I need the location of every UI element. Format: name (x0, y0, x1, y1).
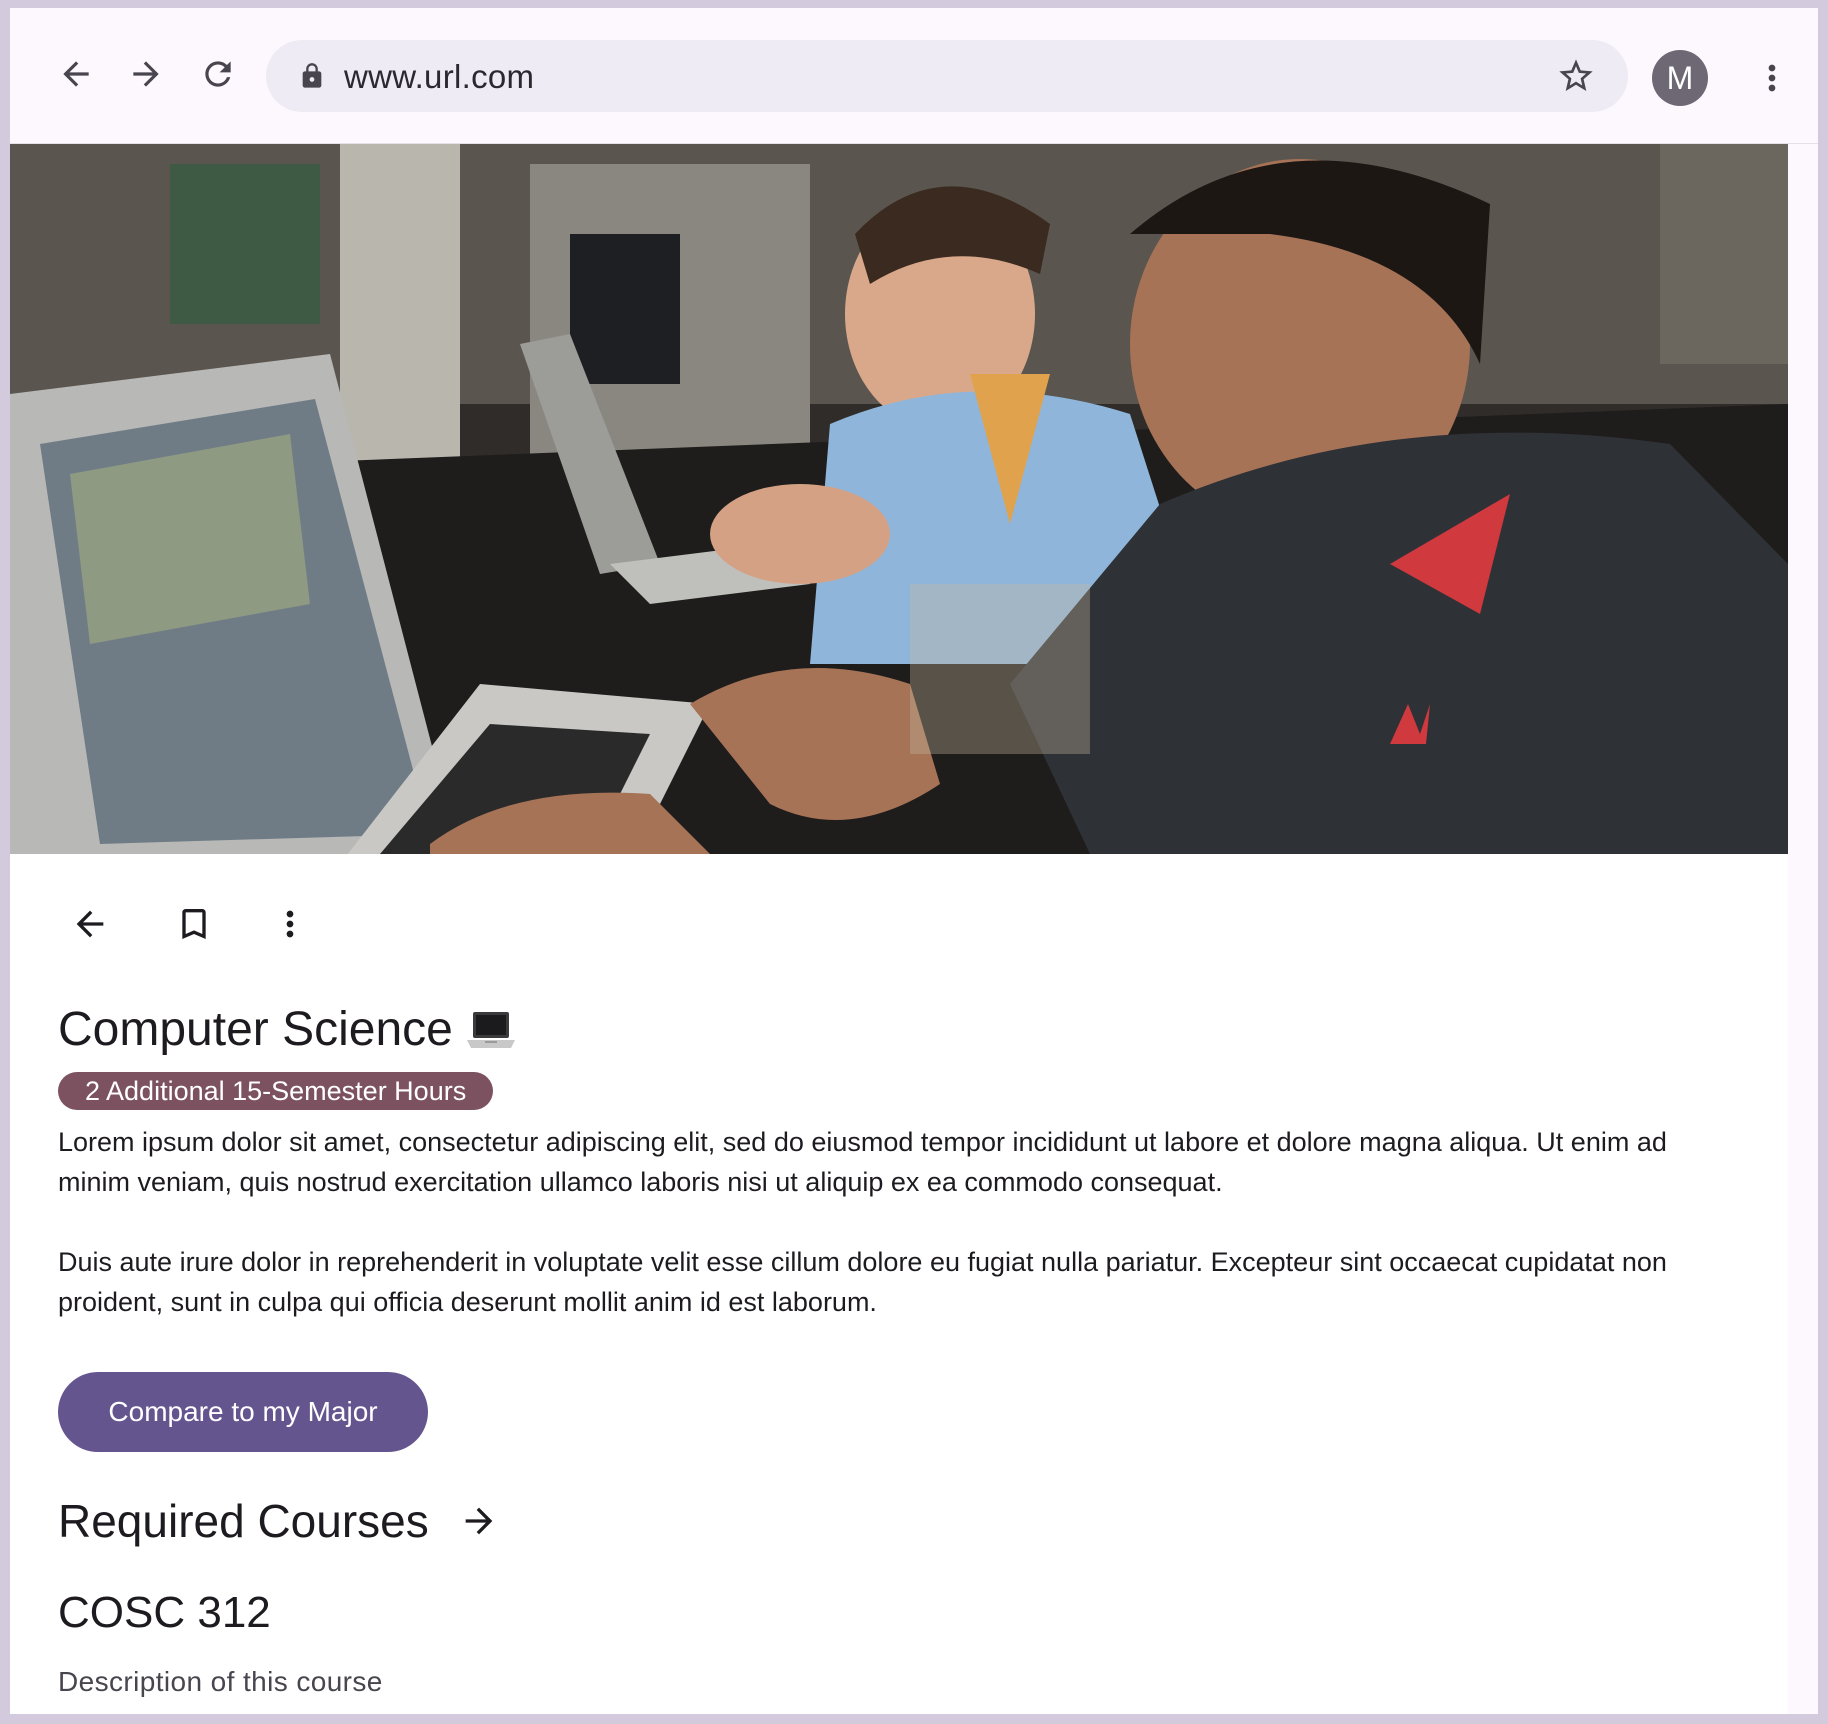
hero-photo-illustration (10, 144, 1788, 854)
more-vert-icon[interactable] (1752, 54, 1792, 102)
program-description-2: Duis aute irure dolor in reprehenderit i… (58, 1247, 1667, 1317)
page-content: Computer Science 2 Additional 15-Semeste… (10, 144, 1788, 1714)
laptop-icon (466, 1011, 515, 1048)
star-icon[interactable] (1556, 56, 1596, 96)
url-text[interactable]: www.url.com (344, 58, 534, 96)
address-bar[interactable]: www.url.com (266, 40, 1628, 112)
required-courses-heading[interactable]: Required Courses (58, 1494, 499, 1548)
hours-badge: 2 Additional 15-Semester Hours (58, 1072, 494, 1110)
compare-major-button[interactable]: Compare to my Major (58, 1372, 428, 1452)
more-options-button[interactable] (258, 892, 322, 956)
section-heading-text: Required Courses (58, 1495, 429, 1547)
arrow-forward-icon[interactable] (459, 1501, 499, 1541)
back-arrow-icon (63, 61, 89, 87)
bookmark-button[interactable] (162, 892, 226, 956)
reload-icon (205, 61, 231, 87)
browser-reload-button[interactable] (194, 50, 242, 98)
program-title-row: Computer Science (58, 1002, 515, 1057)
program-title: Computer Science (58, 1003, 453, 1056)
profile-avatar[interactable]: M (1652, 50, 1708, 106)
program-description-1: Lorem ipsum dolor sit amet, consectetur … (58, 1127, 1667, 1197)
back-arrow-icon (76, 910, 104, 938)
browser-toolbar: www.url.com M (10, 8, 1818, 144)
hero-image (10, 144, 1788, 854)
course-code[interactable]: COSC 312 (58, 1588, 271, 1638)
scrollbar-track[interactable] (1788, 144, 1818, 1714)
more-vert-icon (286, 910, 294, 938)
course-description: Description of this course (58, 1666, 383, 1697)
bookmark-icon (182, 909, 206, 939)
back-button[interactable] (58, 892, 122, 956)
browser-forward-button[interactable] (122, 50, 170, 98)
lock-icon (302, 63, 322, 88)
browser-back-button[interactable] (52, 50, 100, 98)
forward-arrow-icon (133, 61, 159, 87)
browser-window: www.url.com M Computer Science 2 Additio… (10, 8, 1818, 1714)
